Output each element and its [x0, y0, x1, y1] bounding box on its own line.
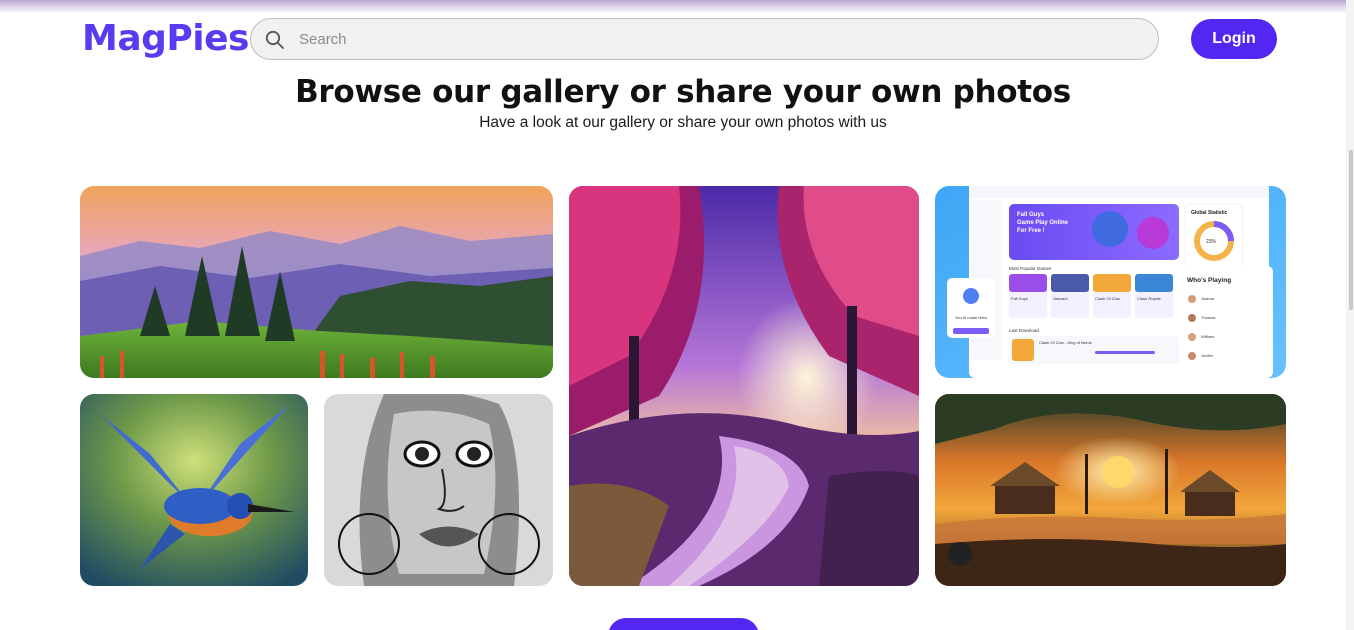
svg-text:Game Play Online: Game Play Online — [1017, 220, 1069, 226]
login-button[interactable]: Login — [1191, 19, 1277, 59]
svg-text:William: William — [1201, 334, 1215, 339]
gallery-image-village-sunset[interactable] — [935, 394, 1286, 586]
scrollbar-thumb[interactable] — [1349, 150, 1353, 310]
portrait-lineart-image — [324, 394, 553, 586]
gallery-image-forest-river[interactable] — [569, 186, 919, 586]
svg-text:Who's Playing: Who's Playing — [1187, 277, 1231, 284]
svg-text:Clash Of Clan: Clash Of Clan — [1095, 296, 1120, 301]
svg-text:You Al made Here: You Al made Here — [955, 315, 988, 320]
search-bar[interactable] — [250, 18, 1159, 60]
gallery-image-portrait-lineart[interactable] — [324, 394, 553, 586]
site-logo[interactable]: MagPies — [82, 18, 249, 59]
svg-text:Most Popular Games: Most Popular Games — [1009, 266, 1052, 271]
svg-text:Clash Royale: Clash Royale — [1137, 296, 1162, 301]
svg-text:Last Download: Last Download — [1009, 328, 1039, 333]
game-dashboard-image: Fall Guys Game Play Online For Free ! Gl… — [935, 186, 1286, 378]
gallery-image-kingfisher-bird[interactable] — [80, 394, 308, 586]
svg-text:For Free !: For Free ! — [1017, 228, 1045, 234]
load-more-button[interactable] — [608, 618, 759, 630]
svg-text:Fall Guys: Fall Guys — [1011, 296, 1028, 301]
gallery-image-game-dashboard[interactable]: Fall Guys Game Play Online For Free ! Gl… — [935, 186, 1286, 378]
page-subtitle: Have a look at our gallery or share your… — [479, 114, 887, 131]
svg-text:Valorant: Valorant — [1053, 296, 1068, 301]
svg-text:Thomas: Thomas — [1201, 315, 1215, 320]
svg-text:Clash Of Clan - King of Nerds: Clash Of Clan - King of Nerds — [1039, 340, 1092, 345]
village-sunset-image — [935, 394, 1286, 586]
forest-river-image — [569, 186, 919, 586]
svg-text:Joshua: Joshua — [1201, 296, 1215, 301]
gallery-image-mountain-landscape[interactable] — [80, 186, 553, 378]
page-title: Browse our gallery or share your own pho… — [295, 74, 1071, 110]
site-header: MagPies Login — [0, 0, 1354, 80]
svg-text:Fall Guys: Fall Guys — [1017, 212, 1045, 218]
svg-text:Global Statistic: Global Statistic — [1191, 210, 1228, 216]
svg-text:23%: 23% — [1206, 239, 1217, 245]
search-icon — [265, 30, 284, 49]
kingfisher-bird-image — [80, 394, 308, 586]
mountain-landscape-image — [80, 186, 553, 378]
svg-text:Jenifer: Jenifer — [1201, 353, 1214, 358]
search-input[interactable] — [299, 19, 1139, 59]
